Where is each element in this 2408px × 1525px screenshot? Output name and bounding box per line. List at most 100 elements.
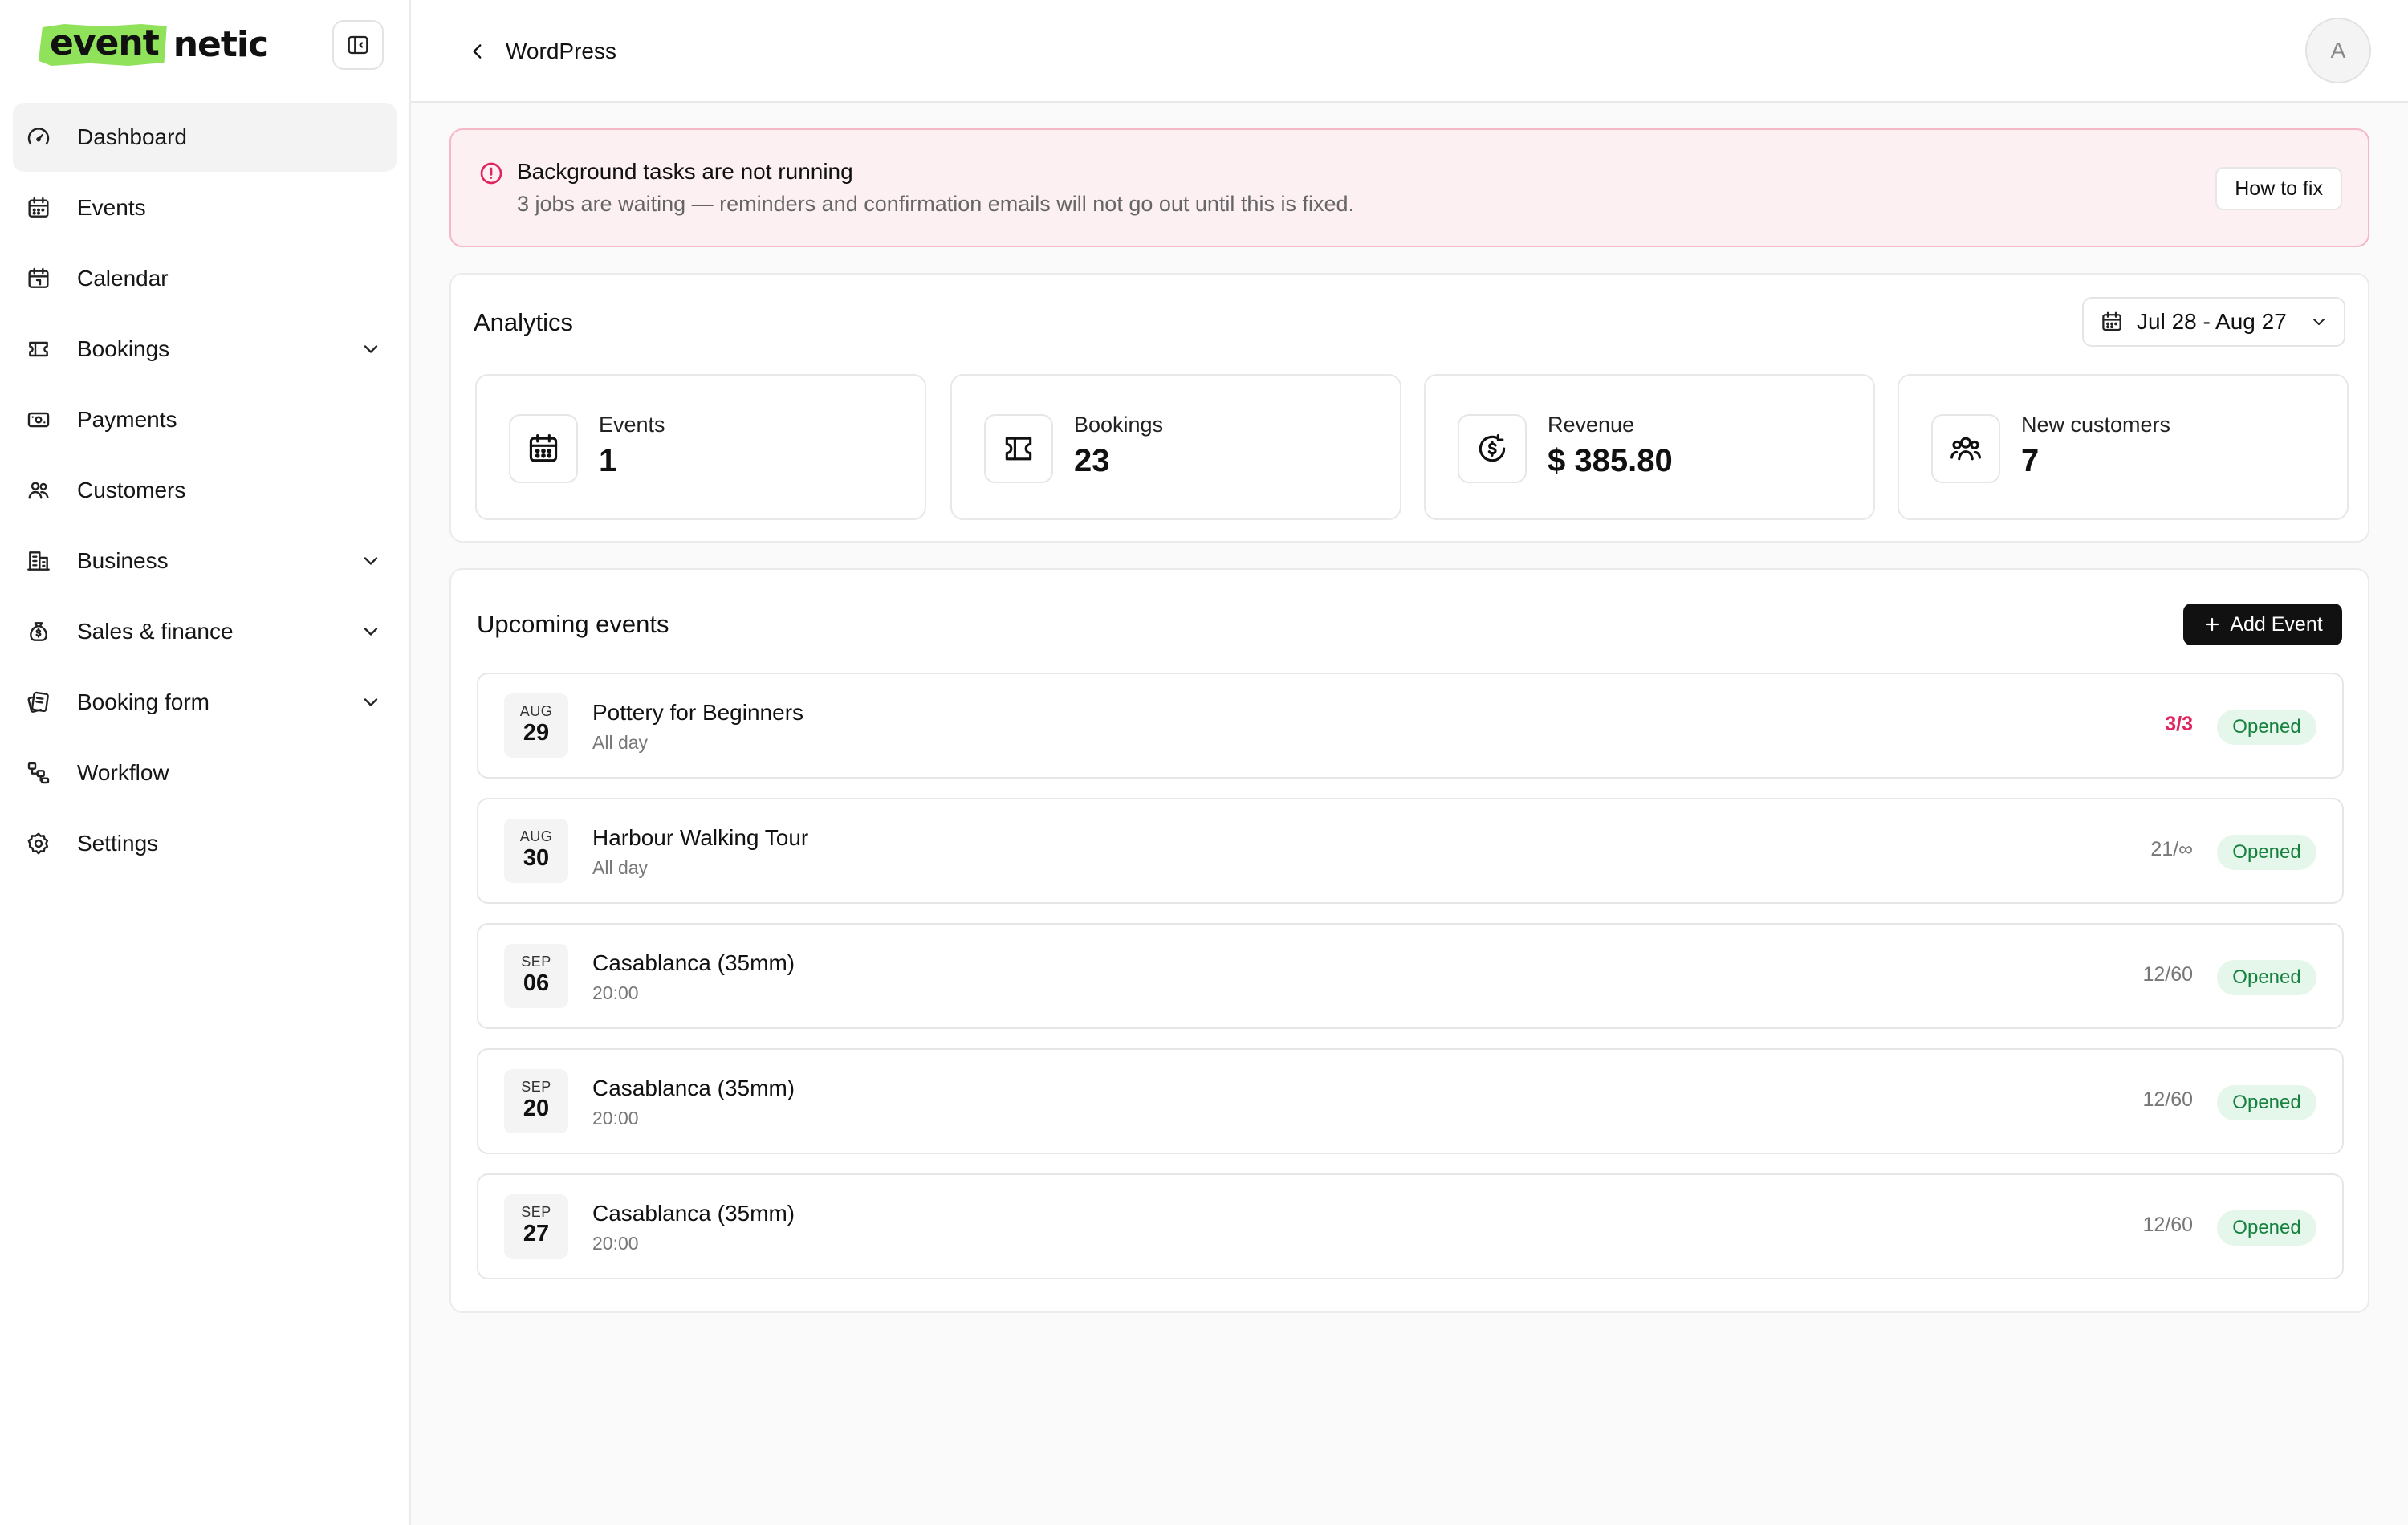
event-capacity: 12/60 <box>2142 1214 2193 1236</box>
event-month: AUG <box>519 703 553 720</box>
stat-card-new-customers: New customers 7 <box>1898 374 2349 520</box>
calendar-icon <box>529 433 558 462</box>
event-month: AUG <box>519 828 553 845</box>
sidebar-item-label: Payments <box>77 407 177 432</box>
stat-value: 1 <box>599 443 617 478</box>
chevron-down-icon[interactable] <box>360 691 382 714</box>
date-range-picker[interactable]: Jul 28 - Aug 27 <box>2082 297 2345 347</box>
event-date-chip: SEP 06 <box>504 944 568 1008</box>
back-to-wordpress-button[interactable]: WordPress <box>467 35 616 67</box>
chevron-down-icon[interactable] <box>360 550 382 572</box>
sidebar-item-booking-form[interactable]: Booking form <box>13 668 397 737</box>
event-day: 30 <box>523 845 550 872</box>
event-capacity: 12/60 <box>2142 1088 2193 1111</box>
sidebar-item-customers[interactable]: Customers <box>13 456 397 525</box>
stat-card-revenue: Revenue $ 385.80 <box>1424 374 1875 520</box>
sidebar-nav: Dashboard Events Calendar Bookings Payme… <box>13 103 397 880</box>
sidebar-item-bookings[interactable]: Bookings <box>13 315 397 384</box>
sidebar-item-label: Customers <box>77 478 186 502</box>
sidebar-item-business[interactable]: Business <box>13 527 397 596</box>
gauge-icon <box>27 128 50 145</box>
status-badge: Opened <box>2217 835 2316 870</box>
event-row[interactable]: SEP 20 Casablanca (35mm) 20:00 12/60 Ope… <box>477 1048 2344 1154</box>
money-bag-icon <box>30 622 47 641</box>
stat-icon-box <box>984 414 1053 483</box>
event-capacity: 3/3 <box>2165 713 2193 735</box>
event-month: SEP <box>521 954 551 970</box>
event-title: Casablanca (35mm) <box>592 1076 795 1100</box>
event-date-chip: SEP 27 <box>504 1194 568 1259</box>
event-date-chip: AUG 30 <box>504 819 568 883</box>
event-day: 06 <box>523 970 550 997</box>
sidebar-item-label: Settings <box>77 831 159 856</box>
status-badge: Opened <box>2217 710 2316 745</box>
sidebar-collapse-button[interactable] <box>332 20 384 70</box>
sidebar-item-label: Calendar <box>77 266 169 291</box>
ticket-icon <box>1005 437 1032 461</box>
stat-label: New customers <box>2021 413 2171 437</box>
event-day: 20 <box>523 1096 550 1122</box>
event-time: 20:00 <box>592 1108 639 1128</box>
event-date-chip: AUG 29 <box>504 693 568 758</box>
users-icon <box>1950 437 1981 461</box>
stat-card-bookings: Bookings 23 <box>950 374 1401 520</box>
sidebar-item-events[interactable]: Events <box>13 173 397 242</box>
stat-label: Bookings <box>1074 413 1164 437</box>
sidebar-item-label: Bookings <box>77 336 170 361</box>
event-title: Casablanca (35mm) <box>592 1201 795 1226</box>
sidebar-item-payments[interactable]: Payments <box>13 385 397 454</box>
gear-icon <box>27 832 49 855</box>
sidebar-item-workflow[interactable]: Workflow <box>13 738 397 807</box>
status-badge: Opened <box>2217 1210 2316 1246</box>
sidebar-item-label: Booking form <box>77 689 209 714</box>
stat-icon-box <box>1458 414 1527 483</box>
event-capacity: 21/∞ <box>2150 838 2193 860</box>
sidebar-toggle-icon <box>348 35 368 55</box>
sidebar-item-label: Sales & finance <box>77 619 234 644</box>
sidebar-item-calendar[interactable]: Calendar <box>13 244 397 313</box>
event-row[interactable]: AUG 30 Harbour Walking Tour All day 21/∞… <box>477 798 2344 904</box>
form-icon <box>27 691 49 713</box>
event-title: Harbour Walking Tour <box>592 825 809 850</box>
calendar-day-icon <box>28 267 49 288</box>
event-row[interactable]: SEP 06 Casablanca (35mm) 20:00 12/60 Ope… <box>477 923 2344 1029</box>
event-row[interactable]: SEP 27 Casablanca (35mm) 20:00 12/60 Ope… <box>477 1173 2344 1279</box>
analytics-panel: Analytics Jul 28 - Aug 27 Events 1 Booki… <box>449 273 2369 543</box>
add-event-button[interactable]: Add Event <box>2183 604 2342 645</box>
event-row[interactable]: AUG 29 Pottery for Beginners All day 3/3… <box>477 673 2344 779</box>
top-bar: WordPress A <box>411 0 2408 103</box>
upcoming-events-title: Upcoming events <box>477 610 669 638</box>
background-tasks-alert: Background tasks are not running 3 jobs … <box>449 128 2369 247</box>
event-time: 20:00 <box>592 1233 639 1254</box>
stat-value: 7 <box>2021 443 2040 478</box>
dollar-refresh-icon <box>1479 433 1506 462</box>
how-to-fix-button[interactable]: How to fix <box>2215 167 2342 210</box>
sidebar: event netic Dashboard Events Calendar Boo… <box>0 0 411 1525</box>
ticket-icon <box>29 341 48 357</box>
event-capacity: 12/60 <box>2142 963 2193 986</box>
event-month: SEP <box>521 1204 551 1221</box>
sidebar-item-label: Workflow <box>77 760 169 785</box>
event-title: Pottery for Beginners <box>592 700 804 725</box>
building-icon <box>27 551 50 571</box>
chevron-down-icon <box>2312 319 2325 325</box>
chevron-down-icon[interactable] <box>360 620 382 643</box>
stat-card-events: Events 1 <box>475 374 926 520</box>
sidebar-item-sales-finance[interactable]: Sales & finance <box>13 597 397 666</box>
analytics-title: Analytics <box>474 308 574 336</box>
avatar-initial: A <box>2330 38 2346 63</box>
calendar-icon <box>28 197 49 218</box>
sidebar-item-settings[interactable]: Settings <box>13 809 397 878</box>
logo-text: netic <box>173 24 269 65</box>
sidebar-item-label: Dashboard <box>77 124 187 149</box>
event-date-chip: SEP 20 <box>504 1069 568 1133</box>
event-time: All day <box>592 857 649 878</box>
event-title: Casablanca (35mm) <box>592 950 795 975</box>
chevron-down-icon[interactable] <box>360 338 382 360</box>
app-logo[interactable]: event netic <box>39 24 269 66</box>
logo-highlight: event <box>39 24 167 66</box>
stat-label: Events <box>599 413 665 437</box>
sidebar-item-dashboard[interactable]: Dashboard <box>13 103 397 172</box>
avatar[interactable]: A <box>2305 18 2371 83</box>
sidebar-item-label: Events <box>77 195 146 220</box>
